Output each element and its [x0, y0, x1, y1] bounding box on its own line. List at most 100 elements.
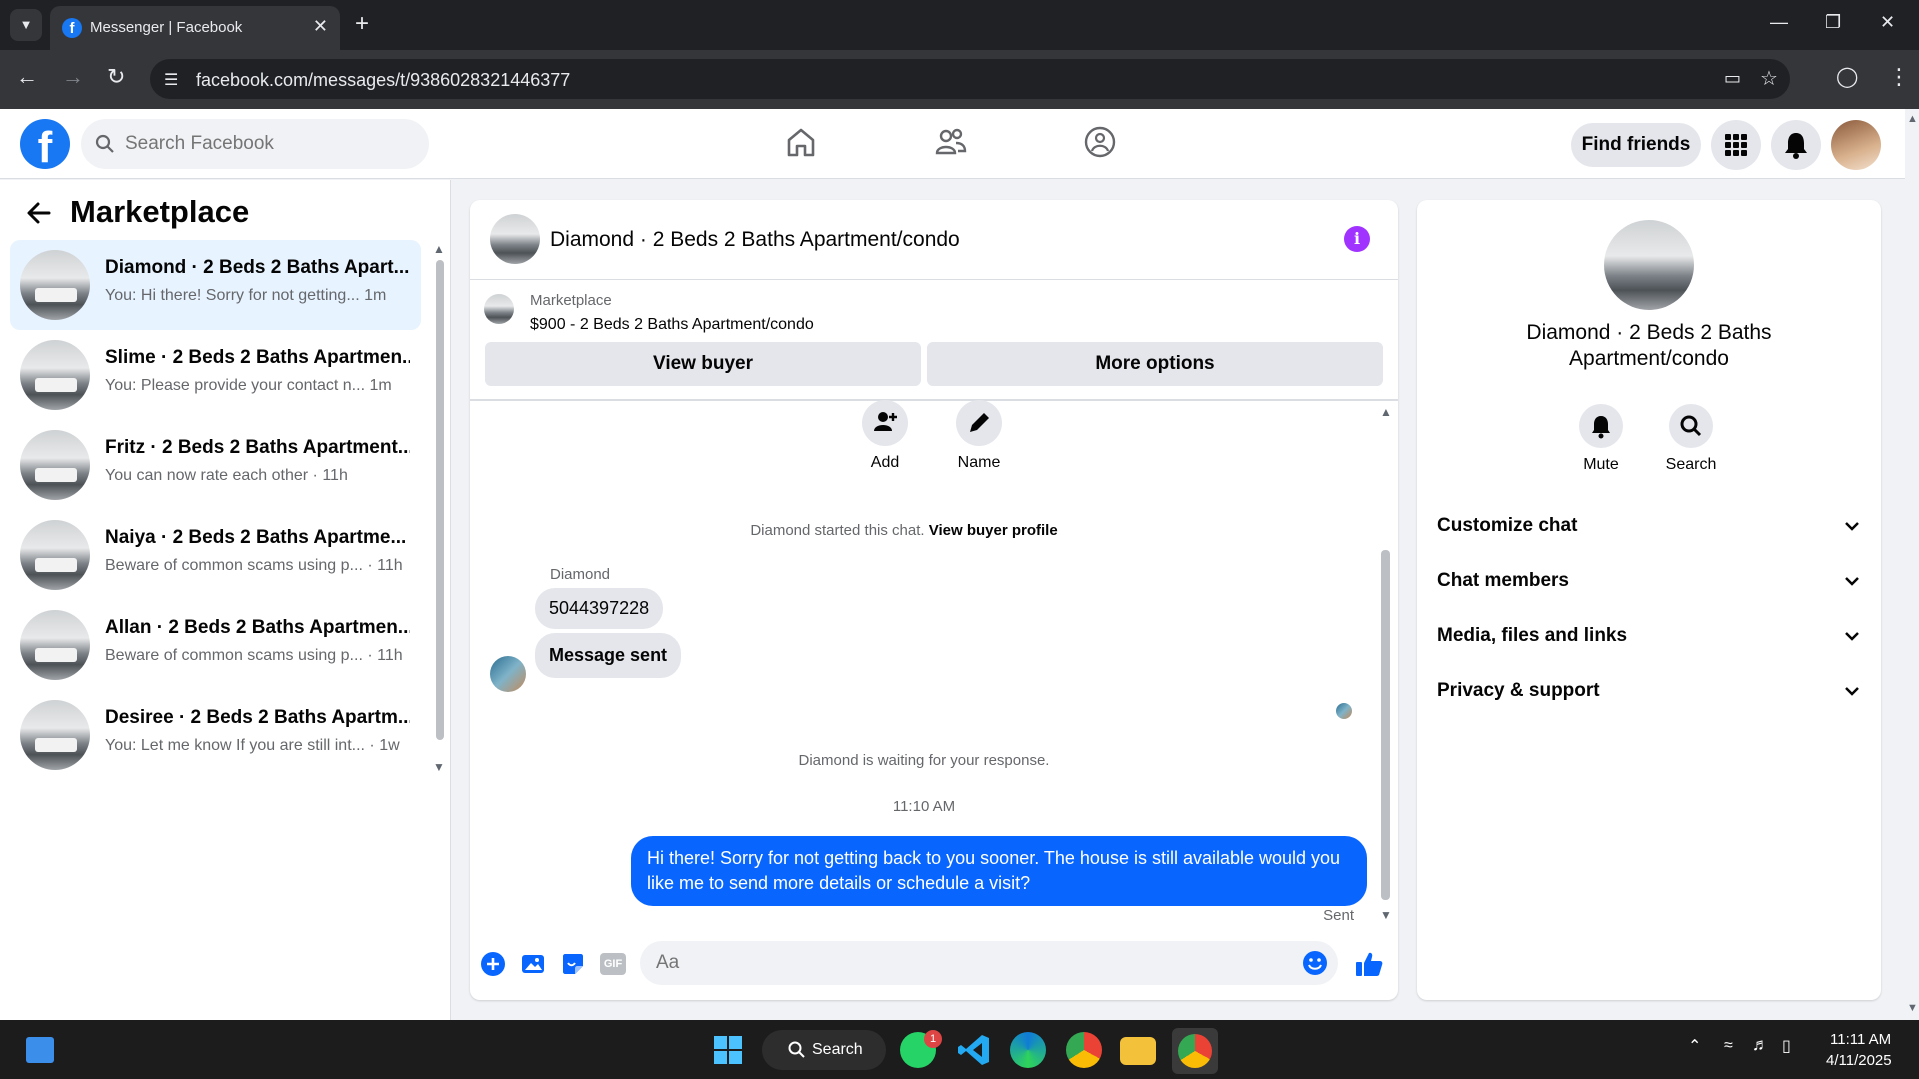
- taskbar-search-label: Search: [812, 1041, 863, 1058]
- account-avatar[interactable]: [1831, 120, 1881, 170]
- file-explorer-icon[interactable]: [1120, 1037, 1156, 1065]
- emoji-icon[interactable]: [1302, 950, 1328, 976]
- address-bar[interactable]: ☰ facebook.com/messages/t/93860283214463…: [150, 59, 1790, 99]
- minimize-icon[interactable]: —: [1770, 12, 1788, 33]
- conversation-item[interactable]: Slime · 2 Beds 2 Baths Apartmen... You: …: [10, 330, 421, 420]
- home-icon[interactable]: [784, 125, 818, 159]
- view-buyer-button[interactable]: View buyer: [485, 342, 921, 386]
- thumbs-up-icon[interactable]: [1354, 949, 1384, 979]
- close-window-icon[interactable]: ✕: [1880, 12, 1895, 33]
- add-label: Add: [870, 454, 900, 471]
- battery-icon[interactable]: ▯: [1782, 1036, 1791, 1056]
- name-chat-button[interactable]: Name: [944, 400, 1014, 472]
- widgets-icon[interactable]: [26, 1037, 54, 1063]
- facebook-search[interactable]: [81, 119, 429, 169]
- chat-avatar[interactable]: [490, 214, 540, 264]
- clock-time[interactable]: 11:11 AM: [1830, 1031, 1891, 1048]
- message-input[interactable]: [656, 941, 1276, 985]
- notification-badge: 1: [924, 1030, 942, 1048]
- incoming-message[interactable]: Message sent: [535, 633, 682, 678]
- view-buyer-profile-link[interactable]: View buyer profile: [929, 522, 1058, 539]
- reload-icon[interactable]: ↻: [107, 64, 125, 90]
- chat-scrollbar[interactable]: [1381, 550, 1390, 900]
- scroll-up-icon[interactable]: ▲: [433, 242, 445, 256]
- conversation-name: Slime · 2 Beds 2 Baths Apartmen...: [105, 347, 410, 368]
- scroll-down-icon[interactable]: ▼: [1907, 1002, 1918, 1014]
- volume-icon[interactable]: ♬: [1752, 1035, 1769, 1055]
- customize-chat-row[interactable]: Customize chat: [1437, 507, 1861, 547]
- site-info-icon[interactable]: ☰: [164, 70, 178, 90]
- details-avatar[interactable]: [1604, 220, 1694, 310]
- gif-icon[interactable]: GIF: [600, 953, 626, 975]
- search-input[interactable]: [125, 119, 415, 169]
- search-conversation-button[interactable]: Search: [1656, 404, 1726, 474]
- message-composer[interactable]: [640, 941, 1338, 985]
- conversation-time: 1m: [369, 377, 392, 394]
- friends-icon[interactable]: [934, 125, 968, 159]
- incoming-message[interactable]: 5044397228: [535, 588, 664, 629]
- details-name: Diamond · 2 Beds 2 Baths Apartment/condo: [1526, 321, 1772, 370]
- chat-header: Diamond · 2 Beds 2 Baths Apartment/condo…: [470, 200, 1398, 280]
- chrome-icon[interactable]: [1066, 1032, 1102, 1068]
- photo-icon[interactable]: [520, 951, 546, 977]
- find-friends-button[interactable]: Find friends: [1571, 123, 1701, 167]
- plus-circle-icon[interactable]: [480, 951, 506, 977]
- conversation-time: 1w: [379, 737, 400, 754]
- taskbar-search[interactable]: Search: [762, 1030, 886, 1070]
- close-tab-icon[interactable]: ✕: [313, 16, 328, 37]
- wifi-icon[interactable]: ≈: [1724, 1037, 1733, 1055]
- conversation-item[interactable]: Allan · 2 Beds 2 Baths Apartmen... Bewar…: [10, 600, 421, 690]
- edge-icon[interactable]: [1010, 1032, 1046, 1068]
- chat-title[interactable]: Diamond · 2 Beds 2 Baths Apartment/condo: [550, 228, 960, 252]
- tray-chevron-icon[interactable]: ⌃: [1688, 1036, 1701, 1056]
- sticker-icon[interactable]: [560, 951, 586, 977]
- back-icon[interactable]: ←: [16, 64, 38, 90]
- divider: [470, 399, 1398, 401]
- add-member-button[interactable]: Add: [855, 400, 915, 472]
- mute-button[interactable]: Mute: [1566, 404, 1636, 474]
- sidebar-scrollbar[interactable]: [436, 260, 444, 740]
- listing-price: $900 - 2 Beds 2 Baths Apartment/condo: [530, 316, 814, 333]
- scroll-up-icon[interactable]: ▲: [1380, 405, 1392, 419]
- marketplace-label: Marketplace: [530, 292, 612, 309]
- chat-panel: Diamond · 2 Beds 2 Baths Apartment/condo…: [470, 200, 1398, 1000]
- groups-icon[interactable]: [1083, 125, 1117, 159]
- scroll-up-icon[interactable]: ▲: [1907, 113, 1918, 125]
- chat-details-panel: Diamond · 2 Beds 2 Baths Apartment/condo…: [1417, 200, 1881, 1000]
- conversation-item[interactable]: Desiree · 2 Beds 2 Baths Apartm... You: …: [10, 690, 421, 780]
- search-icon: [95, 134, 114, 153]
- notifications-button[interactable]: [1771, 120, 1821, 170]
- media-files-links-row[interactable]: Media, files and links: [1437, 617, 1861, 657]
- conversation-item[interactable]: Fritz · 2 Beds 2 Baths Apartment... You …: [10, 420, 421, 510]
- scroll-down-icon[interactable]: ▼: [433, 760, 445, 774]
- back-arrow-icon[interactable]: [26, 200, 52, 226]
- active-chrome-button[interactable]: [1172, 1028, 1218, 1074]
- page-scrollbar[interactable]: ▲ ▼: [1905, 109, 1919, 1020]
- chat-members-row[interactable]: Chat members: [1437, 562, 1861, 602]
- bookmark-star-icon[interactable]: ☆: [1760, 66, 1778, 91]
- outgoing-message[interactable]: Hi there! Sorry for not getting back to …: [631, 836, 1367, 906]
- info-icon[interactable]: i: [1344, 226, 1370, 252]
- clock-date[interactable]: 4/11/2025: [1826, 1052, 1892, 1069]
- conversation-item[interactable]: Naiya · 2 Beds 2 Baths Apartme... Beware…: [10, 510, 421, 600]
- conversation-item[interactable]: Diamond · 2 Beds 2 Baths Apart... You: H…: [10, 240, 421, 330]
- browser-menu-icon[interactable]: ⋮: [1888, 64, 1910, 90]
- forward-icon[interactable]: →: [62, 64, 84, 90]
- url-text[interactable]: facebook.com/messages/t/9386028321446377: [196, 70, 570, 91]
- restore-icon[interactable]: ❐: [1825, 12, 1841, 33]
- chevron-down-icon: [1845, 522, 1859, 531]
- more-options-button[interactable]: More options: [927, 342, 1383, 386]
- conversation-name: Desiree · 2 Beds 2 Baths Apartm...: [105, 707, 410, 728]
- privacy-support-row[interactable]: Privacy & support: [1437, 672, 1861, 712]
- tab-search-button[interactable]: ▼: [10, 9, 42, 41]
- menu-button[interactable]: [1711, 120, 1761, 170]
- browser-tab[interactable]: f Messenger | Facebook ✕: [50, 6, 340, 50]
- new-tab-icon[interactable]: +: [355, 10, 369, 38]
- sender-avatar[interactable]: [490, 656, 526, 692]
- vscode-icon[interactable]: [956, 1032, 992, 1068]
- facebook-logo-icon[interactable]: f: [20, 119, 70, 172]
- install-app-icon[interactable]: ▭: [1724, 68, 1741, 89]
- profile-icon[interactable]: ◯: [1836, 64, 1858, 89]
- windows-start-icon[interactable]: [713, 1035, 743, 1065]
- scroll-down-icon[interactable]: ▼: [1380, 908, 1392, 922]
